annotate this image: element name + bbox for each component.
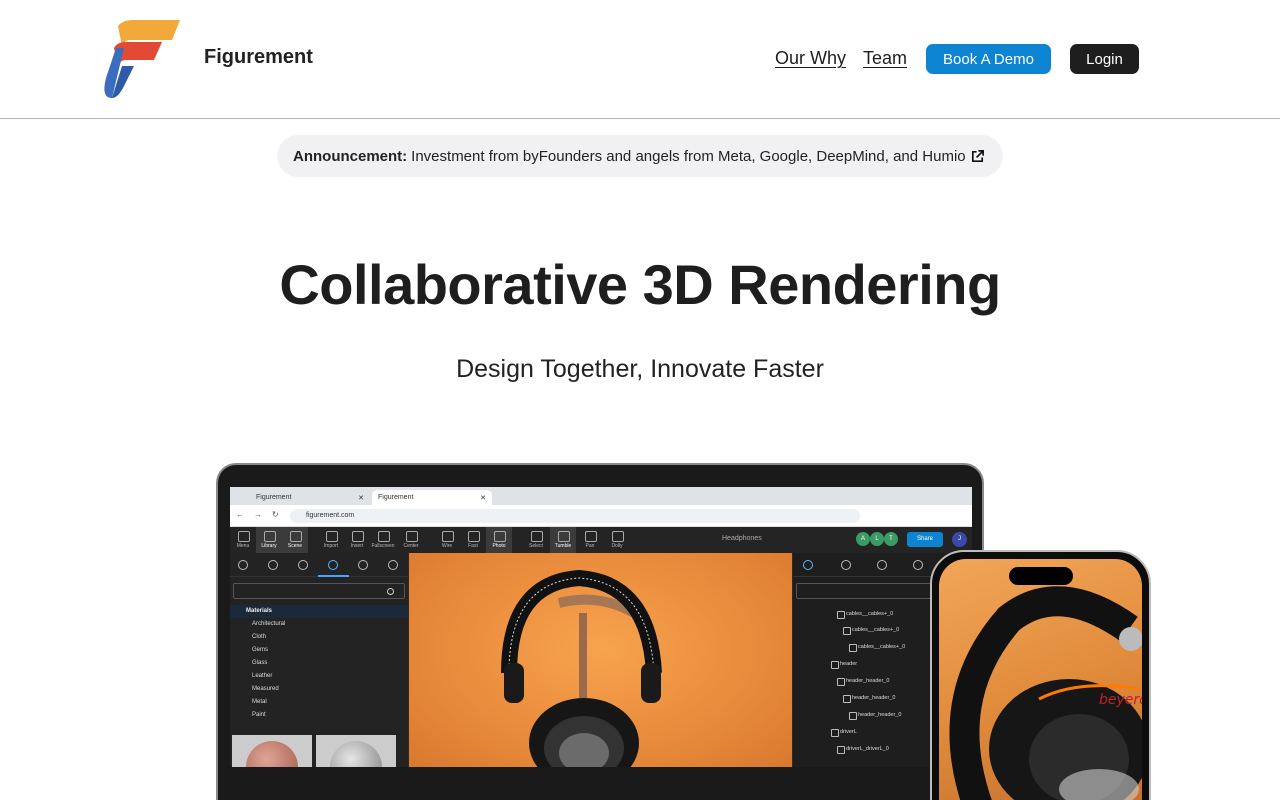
dynamic-island [1009,567,1073,585]
material-item: Leather [252,673,273,679]
nav-team-link[interactable]: Team [863,48,907,69]
tool-library: Library [256,527,282,553]
user-avatar: J [952,532,967,547]
document-title: Headphones [722,535,762,542]
headphones-render-image [501,569,662,767]
external-link-icon [971,149,984,162]
tool-pan: Pan [577,527,603,553]
scene-tree-item: driverL [831,729,857,737]
hero-title: Collaborative 3D Rendering [279,253,1001,316]
panel-tabs [230,553,408,577]
active-tab-indicator [318,575,349,577]
browser-tab: Figurement ✕ [256,494,364,502]
tool-scene: Scene [282,527,308,553]
tool-select: Select [523,527,549,553]
announcement-text[interactable]: Investment from byFounders and angels fr… [411,148,965,165]
scene-tree-item: cables__cables+_0 [836,611,894,619]
app-screenshot: Figurement ✕ Figurement ✕ ← → ↻ figurement… [230,487,972,767]
tool-tumble: Tumble [550,527,576,553]
scene-tree-item: header [830,661,858,669]
tool-insert: Insert [344,527,370,553]
reload-icon: ↻ [272,510,279,519]
panel-tab-icon [328,560,338,570]
back-icon: ← [236,510,244,519]
figurement-logo-icon[interactable] [100,18,182,100]
phone-mockup: beyerdy [930,550,1151,800]
tab-label: Figurement [256,494,292,501]
book-demo-button[interactable]: Book A Demo [926,44,1051,74]
tool-import: Import [318,527,344,553]
panel-tab-icon [388,560,398,570]
materials-panel: Materials Architectural Cloth Gems Glass… [230,553,408,767]
material-item: Cloth [252,634,267,640]
material-item: Measured [252,686,279,692]
scene-tree-item: cables__cables+_0 [842,627,900,635]
collaborator-avatar: A [856,532,870,546]
panel-tab-icon [268,560,278,570]
render-viewport [409,553,792,767]
scene-tree-item: cables__cables+_0 [848,644,906,652]
panel-tab-icon [841,560,851,570]
announcement-label: Announcement: [293,147,408,165]
panel-tab-icon [358,560,368,570]
tool-photo: Photo [486,527,512,553]
tab-label: Figurement [378,494,414,501]
app-toolbar: Menu Library Scene Import Insert Fullscr… [230,527,972,553]
tool-center: Center [398,527,424,553]
browser-tabbar: Figurement ✕ Figurement ✕ [230,487,972,505]
scene-tree-item: header_header_0 [842,695,896,703]
material-item: Gems [252,647,269,653]
laptop-mockup: Figurement ✕ Figurement ✕ ← → ↻ figurement… [216,463,984,800]
share-button: Share [907,532,943,547]
panel-tab-icon [298,560,308,570]
hero-subtitle: Design Together, Innovate Faster [456,355,824,383]
nav-our-why-link[interactable]: Our Why [775,48,846,69]
tool-fullscreen: Fullscreen [370,527,396,553]
material-item: Glass [252,660,268,666]
scene-tree-item: header_header_0 [848,712,902,720]
panel-tab-icon [913,560,923,570]
material-swatch [316,735,396,767]
browser-address-bar: ← → ↻ figurement.com [230,505,972,527]
scene-tree-item: driverL_driverL_0 [837,746,889,754]
material-item: Paint [252,712,266,718]
site-header: Figurement Our Why Team Book A Demo Logi… [0,0,1280,119]
materials-header: Materials [230,605,408,618]
brand-name[interactable]: Figurement [204,46,313,69]
announcement-banner[interactable]: Announcement: Investment from byFounders… [277,135,1003,177]
browser-tab-active: Figurement ✕ [372,490,492,505]
materials-search [233,583,405,599]
tool-wire: Wire [434,527,460,553]
panel-tab-icon [803,560,813,570]
tool-fast: Fast [460,527,486,553]
material-swatch [232,735,312,767]
scene-tree-item: header_header_0 [836,678,890,686]
url-field: figurement.com [290,509,860,523]
panel-tab-icon [238,560,248,570]
headphones-closeup-image: beyerdy [949,586,1142,800]
forward-icon: → [254,510,262,519]
material-item: Metal [252,699,267,705]
brand-decal-icon: beyerdy [1099,692,1142,708]
phone-screen-render: beyerdy [939,559,1142,800]
tool-dolly: Dolly [604,527,630,553]
material-item: Architectural [252,621,286,627]
login-button[interactable]: Login [1070,44,1139,74]
panel-tab-icon [877,560,887,570]
collaborator-avatar: L [870,532,884,546]
tool-menu: Menu [230,527,256,553]
collaborator-avatar: T [884,532,898,546]
